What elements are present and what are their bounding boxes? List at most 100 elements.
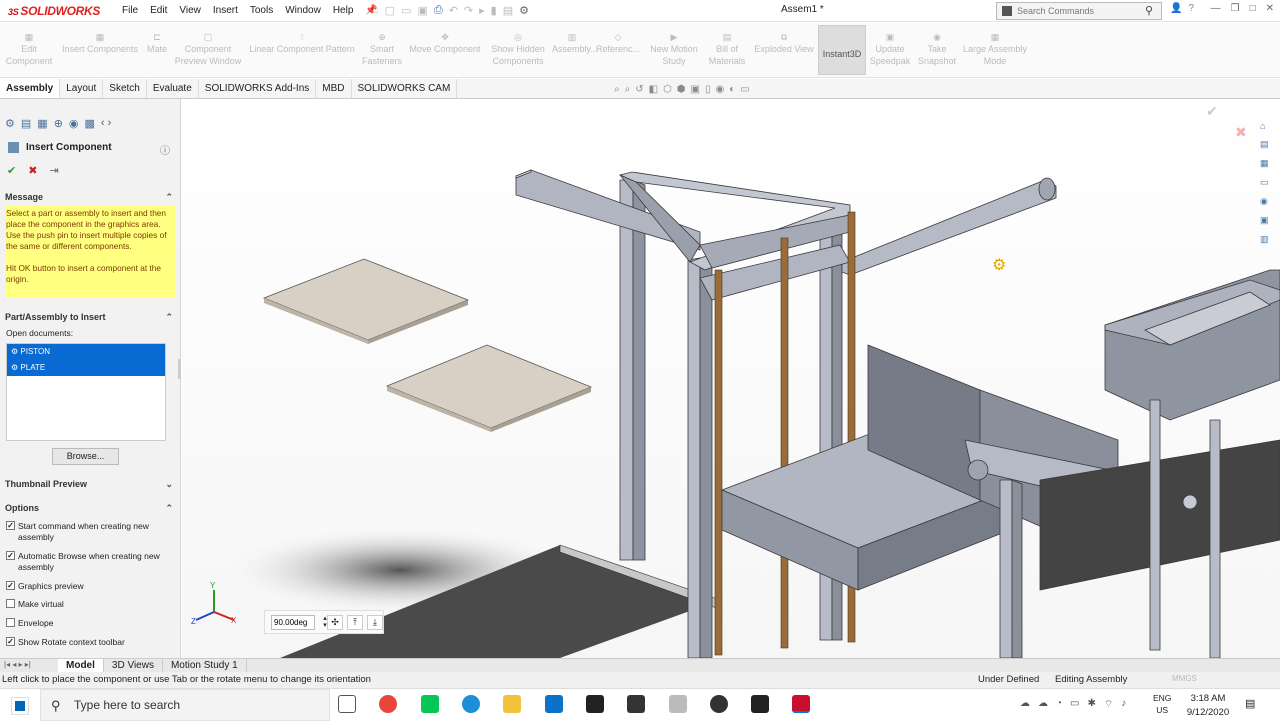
checkbox[interactable]: ✓ (6, 581, 15, 590)
solidworks-taskbar-icon[interactable] (792, 695, 810, 713)
take-snapshot-button[interactable]: ◉ Take Snapshot (914, 31, 960, 67)
list-item[interactable]: ⚙ PISTON (7, 344, 165, 360)
view-orientation-icon[interactable]: ⬢ (677, 84, 686, 95)
search-scope-icon[interactable] (1002, 6, 1012, 16)
push-pin-icon[interactable]: ⇥ (49, 164, 58, 177)
cloud-icon[interactable]: ☁ (1038, 698, 1048, 711)
line-icon[interactable] (421, 695, 439, 713)
tab-motion-study[interactable]: Motion Study 1 (163, 659, 247, 672)
volume-icon[interactable]: ♪ (1121, 698, 1126, 711)
view-settings-icon[interactable]: ▭ (740, 84, 749, 95)
bom-button[interactable]: ▤ Bill of Materials (706, 31, 748, 67)
status-units[interactable]: MMGS (1172, 674, 1197, 683)
tab-sketch[interactable]: Sketch (103, 79, 147, 98)
menu-insert[interactable]: Insert (207, 0, 244, 22)
checkbox[interactable]: ✓ (6, 637, 15, 646)
dropbox-icon[interactable] (586, 695, 604, 713)
option-envelope[interactable]: Envelope (6, 618, 174, 629)
minimize-icon[interactable]: — (1211, 3, 1221, 14)
rotate-x-icon[interactable]: ✣ (327, 615, 343, 630)
pin-handle[interactable] (178, 359, 181, 379)
help-icon[interactable]: ⓘ (160, 142, 170, 157)
hide-show-icon[interactable]: ▯ (705, 84, 711, 95)
solidworks-logo[interactable]: 3S SOLIDWORKS (8, 4, 100, 18)
bluetooth-icon[interactable]: ✱ (1088, 698, 1096, 711)
part-section-header[interactable]: Part/Assembly to Insert ⌃ (5, 312, 176, 322)
browse-button[interactable]: Browse... (52, 448, 119, 465)
print-icon[interactable]: ⎙ (434, 4, 443, 17)
rebuild-icon[interactable]: ▮ (491, 4, 497, 17)
option-graphics-preview[interactable]: ✓ Graphics preview (6, 581, 174, 592)
zoom-fit-icon[interactable]: ⌕ (614, 84, 620, 95)
task-view-icon[interactable] (338, 695, 356, 713)
zoom-area-icon[interactable]: ⌕ (625, 84, 631, 95)
message-section-header[interactable]: Message ⌃ (5, 192, 176, 202)
menu-tools[interactable]: Tools (244, 0, 279, 22)
custom-props-icon[interactable]: ▣ (1260, 215, 1269, 226)
exploded-view-button[interactable]: ⧉ Exploded View (752, 31, 816, 55)
tab-model[interactable]: Model (58, 659, 104, 672)
show-hidden-button[interactable]: ◎ Show Hidden Components (488, 31, 548, 67)
menu-file[interactable]: File (116, 0, 144, 22)
notification-icon[interactable]: ▤ (1245, 697, 1255, 710)
menu-edit[interactable]: Edit (144, 0, 173, 22)
menu-view[interactable]: View (173, 0, 207, 22)
tab-3d-views[interactable]: 3D Views (104, 659, 163, 672)
scene-icon[interactable]: ◐ (729, 84, 735, 95)
redo-icon[interactable]: ↷ (464, 4, 473, 17)
update-speedpak-button[interactable]: ▣ Update Speedpak (868, 31, 912, 67)
rotate-y-icon[interactable]: ⤒ (347, 615, 363, 630)
collapse-icon[interactable]: ⌃ (165, 312, 173, 323)
new-icon[interactable]: ▢ (385, 4, 395, 17)
app-circle-icon[interactable] (710, 695, 728, 713)
checkbox[interactable]: ✓ (6, 551, 15, 560)
notion-icon[interactable] (627, 695, 645, 713)
edge-icon[interactable] (462, 695, 480, 713)
select-icon[interactable]: ▸ (479, 4, 485, 17)
tab-cam[interactable]: SOLIDWORKS CAM (352, 79, 458, 98)
linear-pattern-button[interactable]: ⁝ Linear Component Pattern (246, 31, 358, 55)
open-documents-list[interactable]: ⚙ PISTON ⚙ PLATE (6, 343, 166, 441)
save-icon[interactable]: ▣ (417, 4, 427, 17)
feather-icon[interactable] (669, 695, 687, 713)
mail-icon[interactable] (545, 695, 563, 713)
collapse-icon[interactable]: ⌃ (165, 192, 173, 203)
help-icon[interactable]: ? (1188, 3, 1194, 14)
clock[interactable]: 3:18 AM 9/12/2020 (1182, 692, 1234, 720)
display-style-icon[interactable]: ▣ (691, 84, 700, 95)
tab-assembly[interactable]: Assembly (0, 79, 61, 98)
option-rotate-toolbar[interactable]: ✓ Show Rotate context toolbar (6, 637, 174, 648)
instant3d-button[interactable]: Instant3D (818, 25, 866, 75)
tab-mbd[interactable]: MBD (316, 79, 352, 98)
battery-icon[interactable]: ▭ (1070, 698, 1079, 711)
file-explorer-icon[interactable]: ▭ (1260, 177, 1269, 188)
file-props-icon[interactable]: ▤ (503, 4, 513, 17)
user-icon[interactable]: 👤 (1170, 3, 1182, 14)
home-pane-icon[interactable]: ⌂ (1260, 121, 1269, 131)
collapse-icon[interactable]: ⌃ (165, 503, 173, 514)
checkbox[interactable] (6, 599, 15, 608)
edit-component-button[interactable]: ▦ Edit Component (5, 31, 53, 67)
option-start-command[interactable]: ✓ Start command when creating new assembl… (6, 521, 174, 543)
cam-icon[interactable]: ▩ (85, 117, 95, 130)
cancel-icon[interactable]: ✖ (28, 164, 37, 177)
rotate-z-icon[interactable]: ⤓ (367, 615, 383, 630)
close-icon[interactable]: ✕ (1266, 3, 1274, 14)
ok-icon[interactable]: ✔ (7, 164, 16, 177)
section-view-icon[interactable]: ◧ (649, 84, 658, 95)
expand-icon[interactable]: ⌄ (165, 479, 173, 490)
wifi-icon[interactable]: ⌔ (1104, 698, 1113, 711)
maximize-icon[interactable]: □ (1250, 3, 1256, 14)
checkbox[interactable]: ✓ (6, 521, 15, 530)
configuration-icon[interactable]: ▦ (37, 117, 47, 130)
option-auto-browse[interactable]: ✓ Automatic Browse when creating new asse… (6, 551, 174, 573)
taskbar-search[interactable]: ⚲ Type here to search (40, 689, 330, 721)
undo-icon[interactable]: ↶ (449, 4, 458, 17)
menu-help[interactable]: Help (327, 0, 360, 22)
open-icon[interactable]: ▭ (401, 4, 411, 17)
rotate-angle-input[interactable] (271, 615, 315, 630)
menu-window[interactable]: Window (279, 0, 327, 22)
search-icon[interactable]: ⚲ (1145, 4, 1153, 17)
options-section-header[interactable]: Options ⌃ (5, 503, 176, 513)
dimxpert-icon[interactable]: ⊕ (54, 117, 63, 130)
